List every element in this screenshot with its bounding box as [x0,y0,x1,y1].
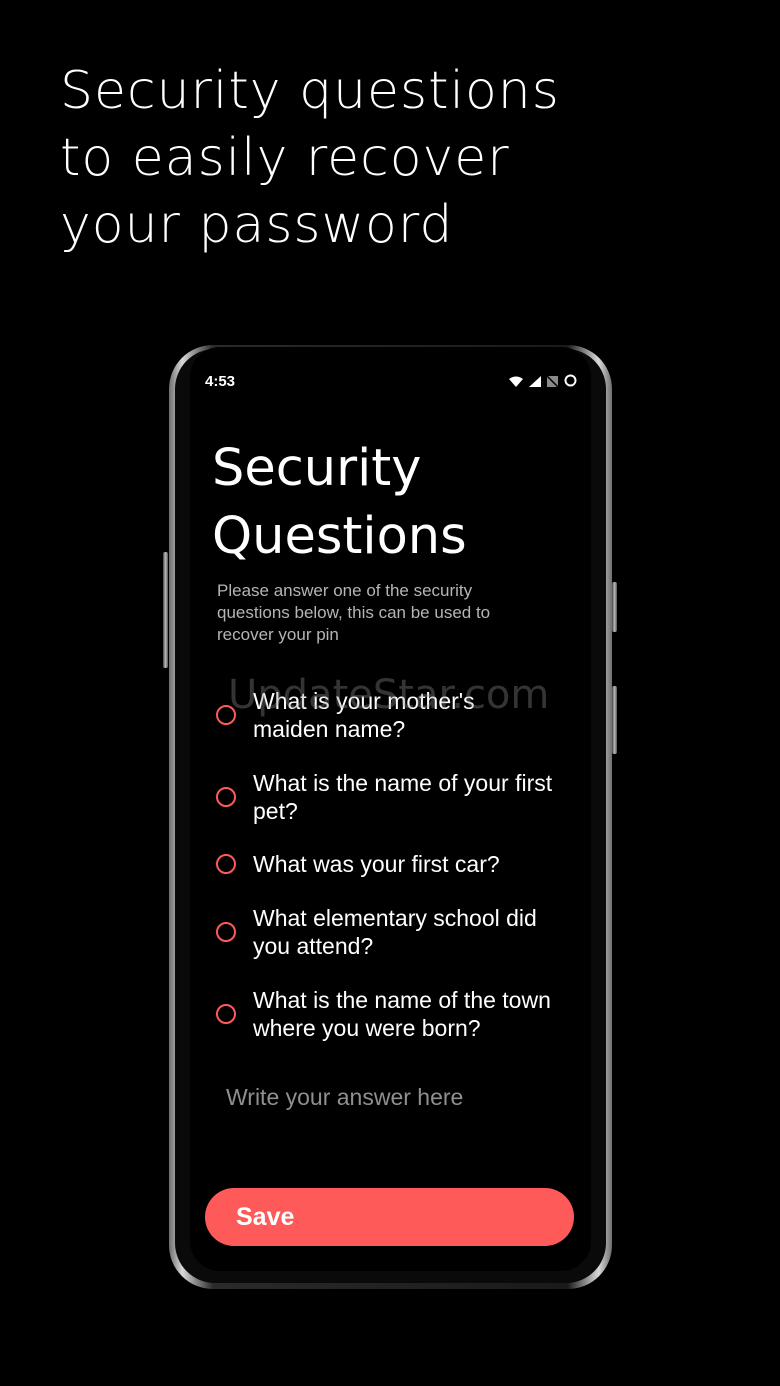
question-label: What was your first car? [253,851,500,877]
question-option-birth-town[interactable]: What is the name of the town where you w… [216,986,561,1042]
phone-side-button-left [163,552,168,668]
question-option-first-car[interactable]: What was your first car? [216,850,556,878]
signal-icon [529,374,541,392]
question-label: What is your mother's maiden name? [253,688,475,742]
battery-ring-icon [564,374,577,392]
radio-button[interactable] [216,854,236,874]
page-title: Security Questions [212,435,467,571]
radio-button[interactable] [216,705,236,725]
question-label: What is the name of the town where you w… [253,987,551,1041]
question-label: What elementary school did you attend? [253,905,537,959]
page-subtitle: Please answer one of the security questi… [217,581,491,644]
question-label: What is the name of your first pet? [253,770,553,824]
radio-button[interactable] [216,1004,236,1024]
question-option-first-pet[interactable]: What is the name of your first pet? [216,769,556,825]
page-title-line-2: Questions [212,507,467,566]
status-time: 4:53 [205,373,236,390]
page-title-line-1: Security [212,439,422,498]
status-bar: 4:53 [190,347,591,413]
phone-screen: 4:53 Security Questions Please answer on… [190,347,591,1271]
promo-headline-line-1: Security questions [60,61,560,121]
status-icons [509,374,577,392]
promo-headline-line-2: to easily recover [60,128,510,188]
phone-side-button-right-bottom [612,686,617,754]
radio-button[interactable] [216,787,236,807]
question-option-maiden-name[interactable]: What is your mother's maiden name? [216,687,556,743]
phone-side-button-right-top [612,582,617,632]
promo-headline-line-3: your password [60,195,454,255]
save-button[interactable]: Save [205,1188,574,1246]
promo-headline: Security questions to easily recover you… [60,58,700,259]
answer-input[interactable] [226,1077,556,1117]
question-option-elementary-school[interactable]: What elementary school did you attend? [216,904,561,960]
radio-button[interactable] [216,922,236,942]
wifi-icon [509,374,523,392]
no-sim-icon [546,374,559,392]
